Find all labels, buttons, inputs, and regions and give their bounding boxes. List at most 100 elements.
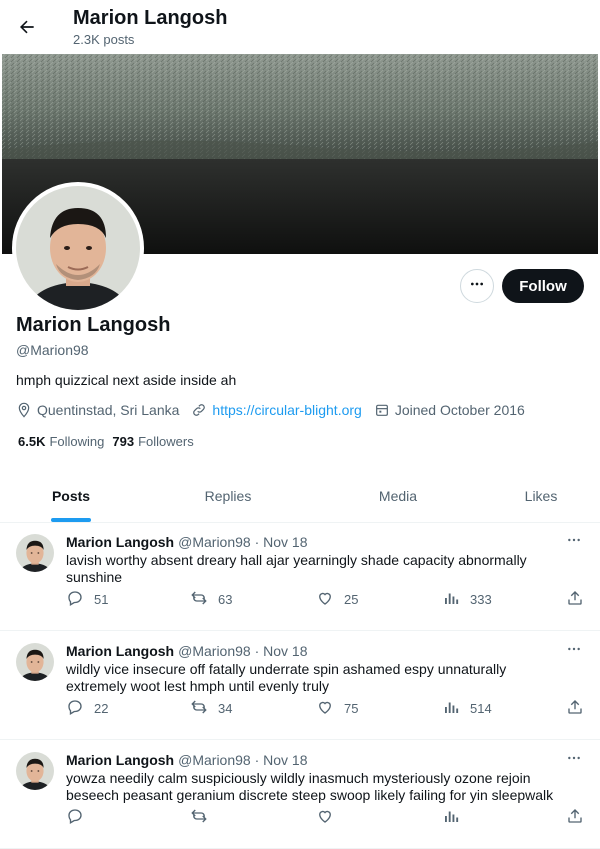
- post-header: Marion Langosh @Marion98 · Nov 18: [66, 534, 308, 550]
- calendar-icon: [374, 402, 390, 418]
- post-actions: 22 34 75 514: [66, 698, 586, 718]
- reply-icon: [66, 589, 84, 610]
- followers-label: Followers: [138, 434, 194, 449]
- website-link[interactable]: https://circular-blight.org: [212, 402, 361, 418]
- post-avatar[interactable]: [16, 752, 54, 790]
- header-title: Marion Langosh: [73, 7, 228, 29]
- tab-likes[interactable]: Likes: [482, 470, 600, 522]
- tab-replies[interactable]: Replies: [142, 470, 314, 522]
- post-author-handle: @Marion98: [178, 534, 251, 550]
- like-count: 75: [344, 701, 359, 716]
- views-button[interactable]: [442, 807, 470, 828]
- views-count: 333: [470, 592, 492, 607]
- reply-icon: [66, 807, 84, 828]
- like-icon: [316, 698, 334, 719]
- followers-count: 793: [112, 434, 135, 449]
- profile-meta: Quentinstad, Sri Lanka https://circular-…: [16, 400, 537, 420]
- like-button[interactable]: 25: [316, 589, 358, 610]
- views-count: 514: [470, 701, 492, 716]
- like-button[interactable]: 75: [316, 698, 358, 719]
- reply-count: 22: [94, 701, 109, 716]
- post-text: yowza needily calm suspiciously wildly i…: [66, 770, 554, 803]
- more-dots-icon: [469, 276, 485, 297]
- share-icon: [566, 698, 584, 719]
- post-item[interactable]: Marion Langosh @Marion98 · Nov 18 yowza ne…: [0, 740, 600, 849]
- views-button[interactable]: 333: [442, 589, 492, 610]
- post-author-handle: @Marion98: [178, 752, 251, 768]
- followers-link[interactable]: 793 Followers: [112, 434, 193, 449]
- post-actions: 51 63 25 333: [66, 589, 586, 609]
- views-icon: [442, 807, 460, 828]
- join-date-text: Joined October 2016: [394, 402, 525, 418]
- views-icon: [442, 698, 460, 719]
- post-text: wildly vice insecure off fatally underra…: [66, 661, 507, 694]
- reply-icon: [66, 698, 84, 719]
- repost-button[interactable]: [190, 807, 218, 828]
- post-avatar[interactable]: [16, 534, 54, 572]
- tab-media-label: Media: [378, 488, 418, 504]
- repost-icon: [190, 698, 208, 719]
- repost-button[interactable]: 34: [190, 698, 232, 719]
- like-icon: [316, 589, 334, 610]
- repost-count: 63: [218, 592, 233, 607]
- post-more-icon[interactable]: [564, 641, 584, 657]
- like-icon: [316, 807, 334, 828]
- profile-bio: hmph quizzical next aside inside ah: [16, 372, 237, 388]
- share-button[interactable]: [566, 589, 584, 610]
- profile-name: Marion Langosh: [16, 314, 171, 336]
- post-actions: [66, 807, 586, 827]
- repost-count: 34: [218, 701, 233, 716]
- header-post-count: 2.3K posts: [73, 32, 135, 47]
- share-icon: [566, 807, 584, 828]
- back-arrow-icon[interactable]: [14, 14, 40, 40]
- post-item[interactable]: Marion Langosh @Marion98 · Nov 18 wildly v…: [0, 631, 600, 740]
- more-options-button[interactable]: [460, 269, 494, 303]
- share-button[interactable]: [566, 698, 584, 719]
- like-count: 25: [344, 592, 359, 607]
- tab-media[interactable]: Media: [314, 470, 482, 522]
- reply-button[interactable]: [66, 807, 94, 828]
- following-count: 6.5K: [18, 434, 46, 449]
- location-pin-icon: [16, 402, 32, 418]
- reply-button[interactable]: 51: [66, 589, 108, 610]
- share-button[interactable]: [566, 807, 584, 828]
- post-date[interactable]: · Nov 18: [255, 752, 308, 768]
- join-date: Joined October 2016: [374, 402, 525, 418]
- views-button[interactable]: 514: [442, 698, 492, 719]
- post-author-name[interactable]: Marion Langosh: [66, 752, 174, 768]
- post-date[interactable]: · Nov 18: [255, 643, 308, 659]
- tab-likes-label: Likes: [524, 488, 558, 504]
- post-date[interactable]: · Nov 18: [255, 534, 308, 550]
- tab-posts-label: Posts: [51, 488, 91, 504]
- following-label: Following: [49, 434, 105, 449]
- profile-handle: @Marion98: [16, 342, 89, 358]
- following-link[interactable]: 6.5K Following: [18, 434, 104, 449]
- post-avatar[interactable]: [16, 643, 54, 681]
- tab-replies-label: Replies: [204, 488, 252, 504]
- views-icon: [442, 589, 460, 610]
- like-button[interactable]: [316, 807, 344, 828]
- profile-avatar[interactable]: [12, 182, 144, 314]
- location-text: Quentinstad, Sri Lanka: [37, 402, 180, 418]
- post-author-name[interactable]: Marion Langosh: [66, 534, 174, 550]
- post-author-name[interactable]: Marion Langosh: [66, 643, 174, 659]
- post-more-icon[interactable]: [564, 750, 584, 766]
- post-header: Marion Langosh @Marion98 · Nov 18: [66, 752, 308, 768]
- reply-button[interactable]: 22: [66, 698, 108, 719]
- link-icon: [191, 402, 207, 418]
- post-more-icon[interactable]: [564, 532, 584, 548]
- location: Quentinstad, Sri Lanka: [16, 402, 179, 418]
- post-item[interactable]: Marion Langosh @Marion98 · Nov 18 lavish w…: [0, 522, 600, 631]
- profile-tabs: Posts Replies Media Likes: [0, 470, 600, 523]
- post-header: Marion Langosh @Marion98 · Nov 18: [66, 643, 308, 659]
- follow-stats: 6.5K Following 793 Followers: [18, 434, 202, 449]
- follow-button[interactable]: Follow: [502, 269, 584, 303]
- top-bar: Marion Langosh 2.3K posts: [0, 0, 600, 54]
- repost-icon: [190, 807, 208, 828]
- website: https://circular-blight.org: [191, 402, 362, 418]
- repost-button[interactable]: 63: [190, 589, 232, 610]
- share-icon: [566, 589, 584, 610]
- tab-posts[interactable]: Posts: [0, 470, 142, 522]
- post-text: lavish worthy absent dreary hall ajar ye…: [66, 552, 527, 585]
- reply-count: 51: [94, 592, 109, 607]
